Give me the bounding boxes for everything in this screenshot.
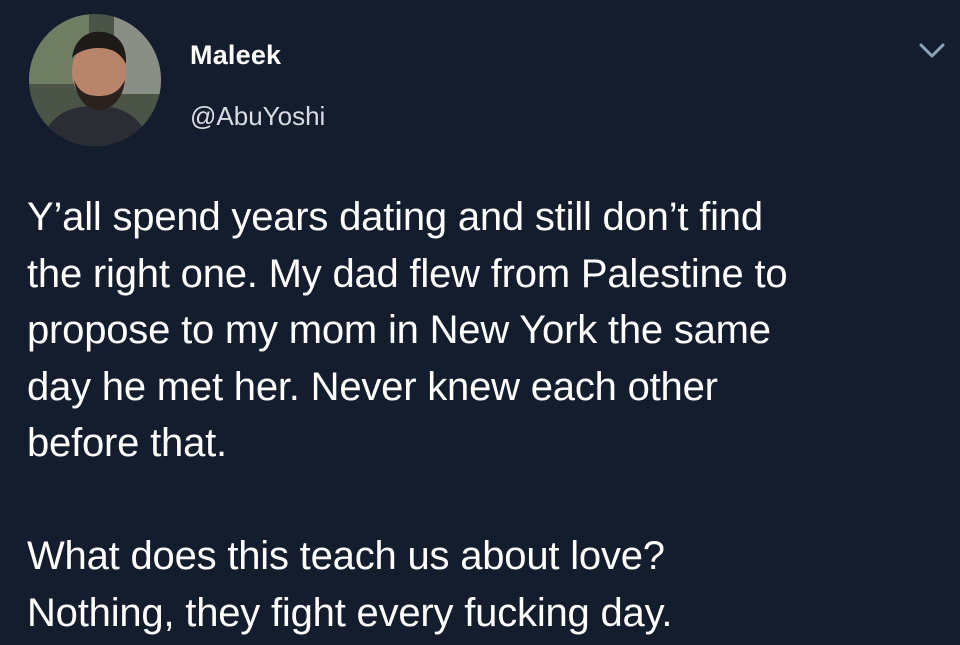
chevron-down-icon-glyph: [919, 43, 945, 58]
avatar[interactable]: [29, 14, 161, 146]
author-display-name[interactable]: Maleek: [190, 40, 281, 71]
author-handle[interactable]: @AbuYoshi: [190, 101, 325, 132]
tweet-body-text: Y’all spend years dating and still don’t…: [27, 195, 788, 635]
chevron-down-icon[interactable]: [917, 40, 947, 62]
tweet-card: Maleek @AbuYoshi Y’all spend years datin…: [0, 0, 960, 645]
avatar-image: [29, 14, 161, 146]
